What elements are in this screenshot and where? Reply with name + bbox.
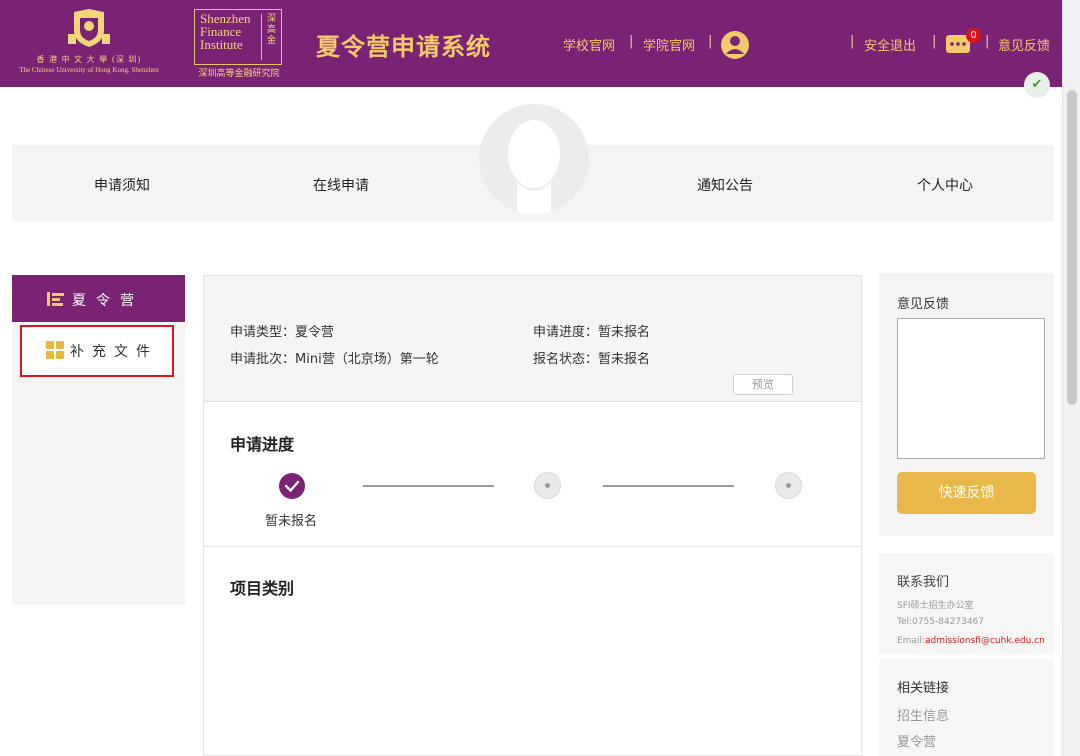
progress-section: 申请进度 暂未报名 — [204, 403, 861, 547]
sidebar-item-supplementary-docs[interactable]: 补充文件 — [20, 325, 174, 377]
category-title: 项目类别 — [230, 579, 295, 598]
header-bar: 香 港 中 文 大 學 (深 圳) The Chinese University… — [0, 0, 1080, 87]
separator: | — [708, 34, 713, 49]
school-website-link[interactable]: 学校官网 — [563, 35, 615, 54]
application-batch: 申请批次：Mini营（北京场）第一轮 — [230, 352, 439, 367]
feedback-panel: 意见反馈 快速反馈 — [879, 273, 1054, 536]
avatar[interactable] — [479, 104, 589, 214]
user-glyph — [726, 36, 744, 54]
step-1-label: 暂未报名 — [265, 514, 318, 529]
contact-title: 联系我们 — [897, 575, 950, 590]
contact-email: Email:admissionsfi@cuhk.edu.cn — [897, 636, 1045, 646]
step-2-dot — [534, 472, 561, 499]
feedback-title: 意见反馈 — [897, 297, 950, 312]
sfi-seal: 深高金 — [261, 14, 279, 60]
feedback-link[interactable]: 意见反馈 — [998, 35, 1050, 54]
menu-icon — [47, 292, 64, 306]
registration-status: 报名状态：暂未报名 — [533, 352, 651, 367]
quick-feedback-button[interactable]: 快速反馈 — [897, 472, 1036, 514]
link-summer-camp[interactable]: 夏令营 — [897, 731, 936, 750]
check-icon — [284, 480, 300, 493]
nav-announcements[interactable]: 通知公告 — [697, 175, 753, 195]
sfi-name-en: Shenzhen Finance Institute — [200, 12, 251, 51]
step-connector — [363, 485, 494, 487]
sfi-name-cn: 深圳高等金融研究院 — [198, 69, 280, 79]
sidebar-header-label: 夏令营 — [72, 293, 144, 309]
email-link[interactable]: admissionsfi@cuhk.edu.cn — [925, 636, 1045, 646]
separator: | — [985, 34, 990, 49]
application-type: 申请类型：夏令营 — [230, 325, 335, 340]
step-3-dot — [775, 472, 802, 499]
nav-online-apply[interactable]: 在线申请 — [313, 175, 369, 195]
logout-link[interactable]: 安全退出 — [864, 35, 916, 54]
related-links-panel: 相关链接 招生信息 夏令营 — [879, 659, 1054, 756]
step-1-check — [279, 473, 305, 499]
sidebar: 夏令营 补充文件 — [12, 275, 185, 605]
cuhk-name-en: The Chinese University of Hong Kong, She… — [19, 66, 159, 74]
sfi-logo-box: Shenzhen Finance Institute 深高金 — [194, 9, 282, 65]
grid-icon — [46, 341, 64, 359]
scrollbar-thumb[interactable] — [1067, 90, 1077, 405]
preview-button[interactable]: 预览 — [733, 374, 793, 395]
links-title: 相关链接 — [897, 681, 950, 696]
progress-title: 申请进度 — [230, 435, 295, 454]
contact-tel: Tel:0755-84273467 — [897, 617, 984, 627]
cuhk-name-cn: 香 港 中 文 大 學 (深 圳) — [36, 55, 142, 64]
message-count-badge: 0 — [966, 28, 981, 43]
main-panel: 申请类型：夏令营 申请批次：Mini营（北京场）第一轮 申请进度：暂未报名 报名… — [203, 275, 862, 756]
sfi-logo[interactable]: Shenzhen Finance Institute 深高金 深圳高等金融研究院 — [194, 9, 284, 79]
nav-personal-center[interactable]: 个人中心 — [917, 175, 973, 195]
user-icon[interactable] — [721, 31, 749, 59]
link-admissions[interactable]: 招生信息 — [897, 705, 949, 724]
cuhk-logo[interactable]: 香 港 中 文 大 學 (深 圳) The Chinese University… — [10, 8, 168, 80]
avatar-silhouette-icon — [508, 120, 560, 214]
sidebar-header[interactable]: 夏令营 — [12, 275, 185, 322]
step-connector — [603, 485, 734, 487]
separator: | — [932, 34, 937, 49]
feedback-textarea[interactable] — [897, 318, 1045, 459]
separator: | — [850, 34, 855, 49]
separator: | — [629, 34, 634, 49]
sfi-line3: Institute — [200, 37, 243, 52]
nav-apply-notes[interactable]: 申请须知 — [94, 175, 150, 195]
contact-panel: 联系我们 SFI硕士招生办公室 Tel:0755-84273467 Email:… — [879, 553, 1054, 654]
sidebar-item-label: 补充文件 — [70, 344, 158, 360]
floating-check-icon[interactable]: ✔ — [1024, 72, 1050, 98]
system-title: 夏令营申请系统 — [316, 33, 491, 61]
college-website-link[interactable]: 学院官网 — [643, 35, 695, 54]
application-info: 申请类型：夏令营 申请批次：Mini营（北京场）第一轮 申请进度：暂未报名 报名… — [204, 276, 861, 402]
contact-office: SFI硕士招生办公室 — [897, 601, 974, 611]
crest-icon — [68, 9, 110, 47]
page-scrollbar[interactable] — [1062, 0, 1080, 756]
application-progress: 申请进度：暂未报名 — [533, 325, 651, 340]
